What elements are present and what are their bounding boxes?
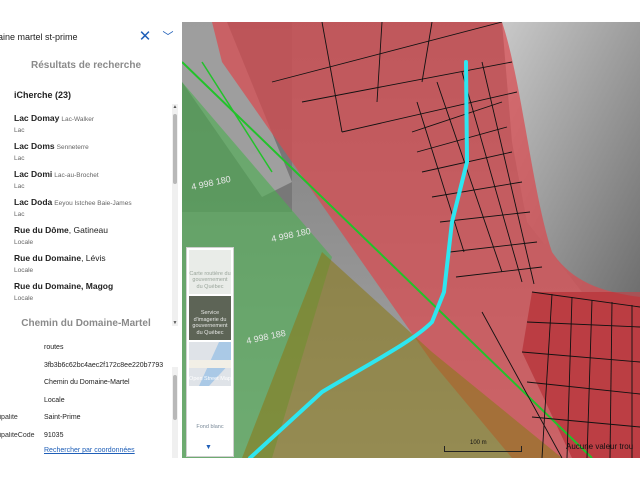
basemap-label: Service d'imagerie du gouvernement du Qu…	[192, 310, 228, 336]
results-title: Résultats de recherche	[30, 60, 142, 71]
detail-row: cipaliteCode 91035	[0, 428, 172, 446]
detail-value: routes	[44, 344, 64, 351]
detail-value: Chemin du Domaine-Martel	[44, 379, 130, 386]
detail-row: routes	[0, 340, 172, 358]
result-item[interactable]: Rue du Domaine, Magog Locale	[14, 280, 172, 302]
results-group-header[interactable]: iCherche (23)	[14, 90, 71, 100]
result-name-text: Rue du Dôme	[14, 225, 69, 235]
result-name-text: Lac Domi	[14, 169, 53, 179]
detail-value: Saint-Prime	[44, 414, 81, 421]
results-scroll-thumb[interactable]	[173, 114, 177, 184]
result-type: Lac	[14, 183, 25, 190]
result-name: Lac Domi Lac-au-Brochet	[14, 168, 172, 182]
detail-row: Chemin du Domaine-Martel	[0, 375, 172, 393]
result-type: Locale	[14, 267, 34, 274]
map-view[interactable]: 4 998 180 4 998 180 4 998 188	[182, 22, 640, 458]
result-name-rest: , Lévis	[81, 253, 106, 263]
result-name: Rue du Domaine, Lévis	[14, 252, 172, 266]
detail-scrollbar[interactable]	[172, 367, 178, 458]
result-name: Lac Domay Lac-Walker	[14, 112, 172, 126]
search-input[interactable]	[0, 28, 130, 46]
result-name-text: Rue du Domaine, Magog	[14, 281, 114, 291]
basemap-label: Fond blanc	[196, 423, 224, 430]
scale-bar	[444, 446, 522, 452]
result-type: Locale	[14, 239, 34, 246]
basemap-imagery[interactable]: Service d'imagerie du gouvernement du Qu…	[189, 296, 231, 340]
detail-value: 3fb3b6c62bc4aec2f172c8ee220b7793	[44, 361, 164, 369]
detail-scroll-thumb[interactable]	[173, 375, 177, 420]
result-item[interactable]: Lac Doms Senneterre Lac	[14, 140, 172, 168]
scroll-down-icon[interactable]: ▼	[172, 320, 178, 326]
result-name: Lac Doda Eeyou Istchee Baie-James	[14, 196, 172, 210]
detail-row: e Locale	[0, 393, 172, 411]
scale-label: 100 m	[470, 440, 487, 446]
result-item[interactable]: Rue du Domaine, Lévis Locale	[14, 252, 172, 280]
basemap-label: Carte routière du gouvernement du Québec	[189, 270, 231, 290]
basemap-switcher: Carte routière du gouvernement du Québec…	[186, 247, 234, 457]
no-value-text: Aucune valeur trou	[566, 442, 634, 451]
result-item[interactable]: Lac Domay Lac-Walker Lac	[14, 112, 172, 140]
result-type: Locale	[14, 295, 34, 302]
detail-row: cipalite Saint-Prime	[0, 410, 172, 428]
basemap-osm[interactable]: Open Street Map	[189, 342, 231, 386]
result-item[interactable]: Rue du Dôme, Gatineau Locale	[14, 224, 172, 252]
result-name-text: Lac Doda	[14, 197, 53, 207]
result-subtitle: Lac-Walker	[61, 116, 94, 123]
result-subtitle: Lac-au-Brochet	[54, 172, 99, 179]
scroll-up-icon[interactable]: ▲	[172, 104, 178, 110]
clear-search-icon[interactable]: ✕	[137, 28, 153, 46]
result-name-text: Lac Domay	[14, 113, 60, 123]
result-subtitle: Eeyou Istchee Baie-James	[54, 200, 132, 207]
results-list: Lac Domay Lac-Walker Lac Lac Doms Senneterre…	[14, 112, 172, 302]
basemap-road-map[interactable]: Carte routière du gouvernement du Québec	[189, 250, 231, 294]
result-type: Lac	[14, 155, 25, 162]
result-name-rest: , Gatineau	[68, 225, 109, 235]
search-by-coordinates-link[interactable]: Rechercher par coordonnées	[44, 447, 135, 454]
result-item[interactable]: Lac Domi Lac-au-Brochet Lac	[14, 168, 172, 196]
result-name-text: Rue du Domaine	[14, 253, 82, 263]
detail-value: 91035	[44, 431, 64, 439]
result-name-text: Lac Doms	[14, 141, 55, 151]
result-type: Lac	[14, 211, 25, 218]
basemap-label: Open Street Map	[189, 375, 231, 382]
result-subtitle: Senneterre	[56, 144, 89, 151]
result-item[interactable]: Lac Doda Eeyou Istchee Baie-James Lac	[14, 196, 172, 224]
result-name: Rue du Dôme, Gatineau	[14, 224, 172, 238]
results-scrollbar[interactable]: ▲ ▼	[172, 104, 178, 326]
detail-table: routes 3fb3b6c62bc4aec2f172c8ee220b7793 Ch…	[0, 340, 172, 445]
chevron-down-icon[interactable]: ﹀	[160, 28, 176, 46]
detail-key: cipaliteCode	[0, 431, 35, 439]
detail-title: Chemin du Domaine-Martel	[21, 318, 151, 329]
detail-row: 3fb3b6c62bc4aec2f172c8ee220b7793	[0, 358, 172, 376]
result-type: Lac	[14, 127, 25, 134]
detail-key: e	[0, 397, 40, 404]
detail-key: cipalite	[0, 414, 18, 421]
basemap-white[interactable]: Fond blanc	[189, 396, 231, 444]
search-panel: ✕ ﹀ Résultats de recherche iCherche (23)…	[0, 22, 182, 458]
search-bar: ✕ ﹀	[0, 22, 182, 52]
detail-value: Locale	[44, 396, 65, 404]
map-canvas[interactable]: 4 998 180 4 998 180 4 998 188	[182, 22, 640, 458]
chevron-down-icon[interactable]: ▼	[205, 444, 212, 451]
result-name: Rue du Domaine, Magog	[14, 280, 172, 294]
result-name: Lac Doms Senneterre	[14, 140, 172, 154]
